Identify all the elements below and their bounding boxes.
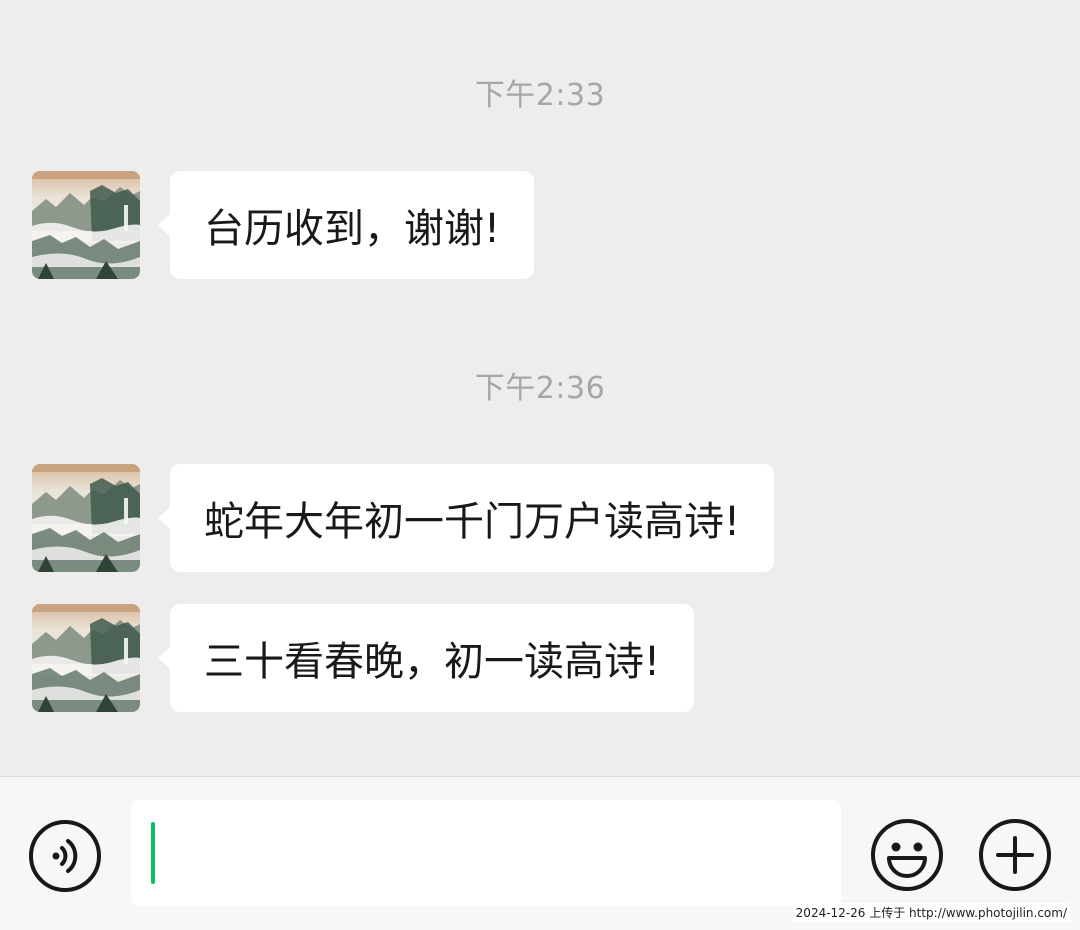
landscape-avatar-image — [32, 604, 140, 712]
emoji-button[interactable] — [870, 818, 944, 892]
avatar[interactable] — [32, 171, 140, 279]
watermark: 2024-12-26 上传于 http://www.photojilin.com… — [792, 903, 1070, 922]
message-bubble[interactable]: 蛇年大年初一千门万户读高诗! — [157, 464, 775, 572]
plus-icon — [979, 819, 1051, 891]
timestamp: 下午2:33 — [474, 78, 606, 113]
avatar[interactable] — [32, 604, 140, 712]
message-bubble[interactable]: 三十看春晚，初一读高诗! — [157, 604, 695, 712]
message-text: 蛇年大年初一千门万户读高诗! — [204, 499, 741, 545]
chat-area[interactable]: 下午2:33 台历收到，谢谢! 下午2:36 蛇年大年初一千门万户读高诗! 三十… — [0, 0, 1080, 776]
message-text: 三十看春晚，初一读高诗! — [204, 639, 661, 685]
landscape-avatar-image — [32, 171, 140, 279]
message-input[interactable] — [131, 800, 841, 906]
message-bubble[interactable]: 台历收到，谢谢! — [157, 171, 535, 279]
voice-button[interactable] — [28, 819, 102, 893]
emoji-icon — [871, 819, 943, 891]
message-text: 台历收到，谢谢! — [204, 206, 501, 252]
landscape-avatar-image — [32, 464, 140, 572]
voice-icon — [29, 820, 101, 892]
avatar[interactable] — [32, 464, 140, 572]
text-caret — [151, 822, 155, 884]
more-button[interactable] — [978, 818, 1052, 892]
timestamp: 下午2:36 — [474, 371, 606, 406]
